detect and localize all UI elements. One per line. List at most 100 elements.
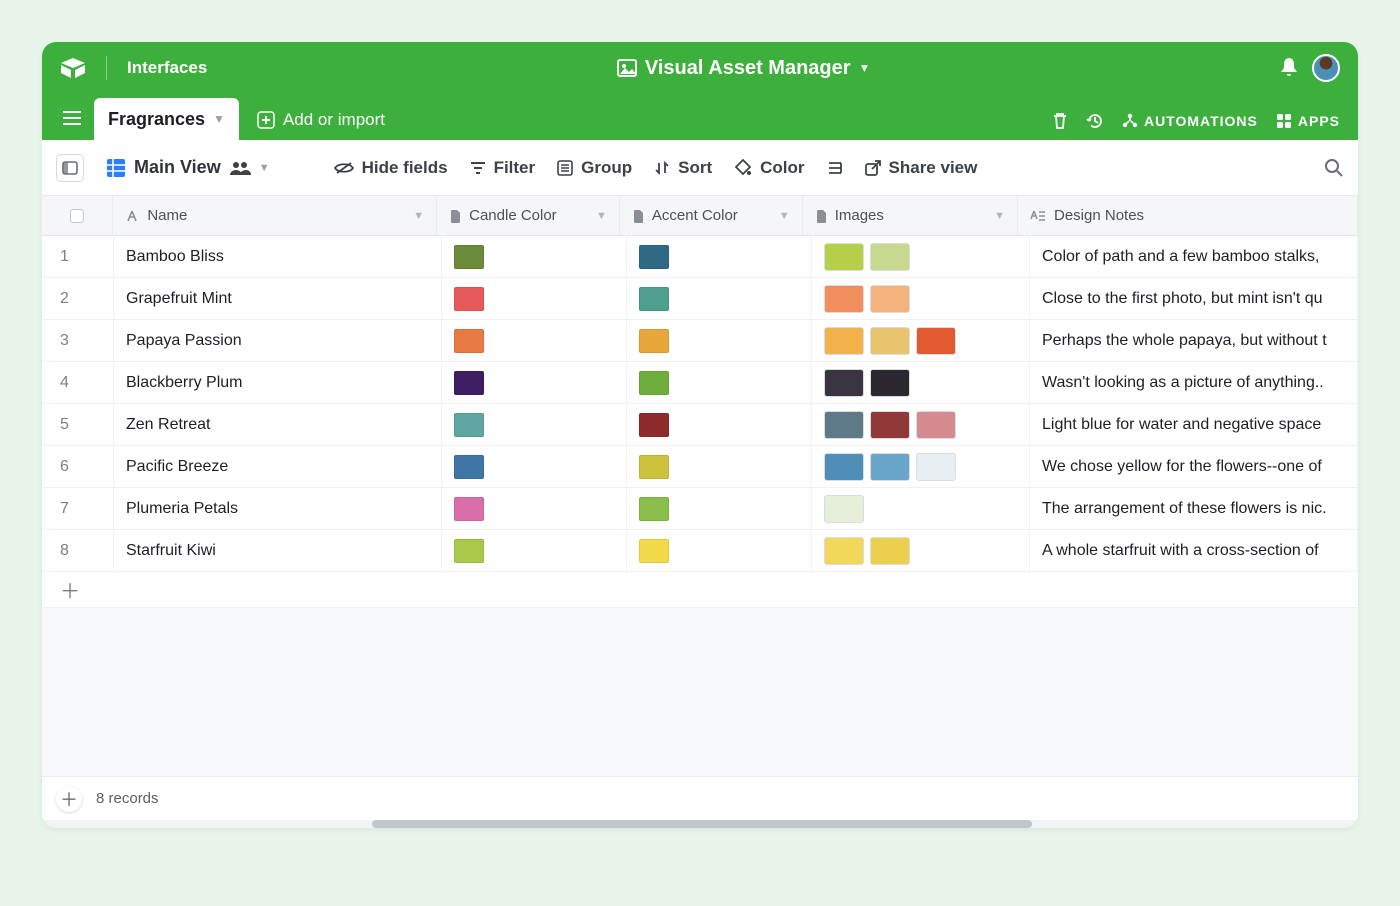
image-thumbnail[interactable] xyxy=(870,453,910,481)
cell-candle-color[interactable] xyxy=(442,530,627,571)
cell-candle-color[interactable] xyxy=(442,320,627,361)
cell-accent-color[interactable] xyxy=(627,278,812,319)
cell-images[interactable] xyxy=(812,488,1030,529)
table-row[interactable]: 6 Pacific Breeze We chose yellow for the… xyxy=(42,446,1358,488)
column-header-name[interactable]: Name ▼ xyxy=(113,196,437,235)
cell-accent-color[interactable] xyxy=(627,320,812,361)
image-thumbnail[interactable] xyxy=(824,411,864,439)
add-row-button[interactable]: ＋ xyxy=(42,572,1358,608)
base-title[interactable]: Visual Asset Manager ▼ xyxy=(221,57,1266,80)
hamburger-icon[interactable] xyxy=(60,106,84,130)
apps-button[interactable]: APPS xyxy=(1276,113,1340,129)
cell-design-notes[interactable]: Close to the first photo, but mint isn't… xyxy=(1030,278,1358,319)
hide-fields-button[interactable]: Hide fields xyxy=(334,158,448,178)
cell-accent-color[interactable] xyxy=(627,488,812,529)
cell-candle-color[interactable] xyxy=(442,236,627,277)
cell-design-notes[interactable]: Color of path and a few bamboo stalks, xyxy=(1030,236,1358,277)
image-thumbnail[interactable] xyxy=(916,453,956,481)
add-or-import-button[interactable]: Add or import xyxy=(257,110,385,130)
image-thumbnail[interactable] xyxy=(870,243,910,271)
image-thumbnail[interactable] xyxy=(916,327,956,355)
logo-icon[interactable] xyxy=(60,57,86,79)
sort-button[interactable]: Sort xyxy=(654,158,712,178)
cell-design-notes[interactable]: We chose yellow for the flowers--one of xyxy=(1030,446,1358,487)
chevron-down-icon[interactable]: ▼ xyxy=(779,210,790,222)
cell-design-notes[interactable]: A whole starfruit with a cross-section o… xyxy=(1030,530,1358,571)
cell-images[interactable] xyxy=(812,362,1030,403)
image-thumbnail[interactable] xyxy=(870,327,910,355)
cell-name[interactable]: Starfruit Kiwi xyxy=(114,530,442,571)
cell-candle-color[interactable] xyxy=(442,278,627,319)
cell-candle-color[interactable] xyxy=(442,446,627,487)
table-row[interactable]: 7 Plumeria Petals The arrangement of the… xyxy=(42,488,1358,530)
image-thumbnail[interactable] xyxy=(824,327,864,355)
automations-button[interactable]: AUTOMATIONS xyxy=(1122,113,1258,129)
search-button[interactable] xyxy=(1324,158,1344,178)
cell-name[interactable]: Plumeria Petals xyxy=(114,488,442,529)
image-thumbnail[interactable] xyxy=(870,537,910,565)
table-row[interactable]: 5 Zen Retreat Light blue for water and n… xyxy=(42,404,1358,446)
checkbox[interactable] xyxy=(70,209,84,223)
image-thumbnail[interactable] xyxy=(870,369,910,397)
cell-name[interactable]: Blackberry Plum xyxy=(114,362,442,403)
cell-candle-color[interactable] xyxy=(442,404,627,445)
cell-design-notes[interactable]: Light blue for water and negative space xyxy=(1030,404,1358,445)
cell-candle-color[interactable] xyxy=(442,362,627,403)
group-button[interactable]: Group xyxy=(557,158,632,178)
table-row[interactable]: 4 Blackberry Plum Wasn't looking as a pi… xyxy=(42,362,1358,404)
cell-name[interactable]: Grapefruit Mint xyxy=(114,278,442,319)
image-thumbnail[interactable] xyxy=(824,495,864,523)
image-thumbnail[interactable] xyxy=(870,411,910,439)
cell-images[interactable] xyxy=(812,404,1030,445)
history-icon[interactable] xyxy=(1086,112,1104,130)
table-row[interactable]: 3 Papaya Passion Perhaps the whole papay… xyxy=(42,320,1358,362)
table-row[interactable]: 8 Starfruit Kiwi A whole starfruit with … xyxy=(42,530,1358,572)
scrollbar-thumb[interactable] xyxy=(372,820,1032,828)
cell-candle-color[interactable] xyxy=(442,488,627,529)
cell-images[interactable] xyxy=(812,320,1030,361)
tab-fragrances[interactable]: Fragrances ▼ xyxy=(94,98,239,140)
cell-images[interactable] xyxy=(812,278,1030,319)
cell-name[interactable]: Papaya Passion xyxy=(114,320,442,361)
add-record-fab[interactable]: ＋ xyxy=(56,786,82,812)
column-header-accent-color[interactable]: Accent Color ▼ xyxy=(620,196,803,235)
cell-images[interactable] xyxy=(812,446,1030,487)
cell-accent-color[interactable] xyxy=(627,236,812,277)
cell-accent-color[interactable] xyxy=(627,404,812,445)
table-row[interactable]: 1 Bamboo Bliss Color of path and a few b… xyxy=(42,236,1358,278)
image-thumbnail[interactable] xyxy=(824,453,864,481)
cell-accent-color[interactable] xyxy=(627,530,812,571)
column-header-images[interactable]: Images ▼ xyxy=(803,196,1018,235)
cell-name[interactable]: Pacific Breeze xyxy=(114,446,442,487)
chevron-down-icon[interactable]: ▼ xyxy=(994,210,1005,222)
cell-design-notes[interactable]: Perhaps the whole papaya, but without t xyxy=(1030,320,1358,361)
user-avatar[interactable] xyxy=(1312,54,1340,82)
cell-accent-color[interactable] xyxy=(627,362,812,403)
column-header-candle-color[interactable]: Candle Color ▼ xyxy=(437,196,620,235)
interfaces-link[interactable]: Interfaces xyxy=(127,58,207,78)
table-row[interactable]: 2 Grapefruit Mint Close to the first pho… xyxy=(42,278,1358,320)
cell-accent-color[interactable] xyxy=(627,446,812,487)
chevron-down-icon[interactable]: ▼ xyxy=(596,210,607,222)
toggle-sidebar-button[interactable] xyxy=(56,154,84,182)
horizontal-scrollbar[interactable] xyxy=(42,820,1358,828)
cell-design-notes[interactable]: The arrangement of these flowers is nic. xyxy=(1030,488,1358,529)
share-view-button[interactable]: Share view xyxy=(865,158,978,178)
cell-name[interactable]: Bamboo Bliss xyxy=(114,236,442,277)
image-thumbnail[interactable] xyxy=(824,537,864,565)
image-thumbnail[interactable] xyxy=(824,243,864,271)
bell-icon[interactable] xyxy=(1280,58,1298,78)
trash-icon[interactable] xyxy=(1052,112,1068,130)
color-button[interactable]: Color xyxy=(734,158,804,178)
column-header-design-notes[interactable]: Design Notes xyxy=(1018,196,1358,235)
view-switcher[interactable]: Main View ▼ xyxy=(106,157,270,178)
image-thumbnail[interactable] xyxy=(824,285,864,313)
image-thumbnail[interactable] xyxy=(916,411,956,439)
cell-images[interactable] xyxy=(812,236,1030,277)
cell-design-notes[interactable]: Wasn't looking as a picture of anything.… xyxy=(1030,362,1358,403)
cell-name[interactable]: Zen Retreat xyxy=(114,404,442,445)
chevron-down-icon[interactable]: ▼ xyxy=(413,210,424,222)
select-all-header[interactable] xyxy=(42,196,113,235)
image-thumbnail[interactable] xyxy=(870,285,910,313)
image-thumbnail[interactable] xyxy=(824,369,864,397)
